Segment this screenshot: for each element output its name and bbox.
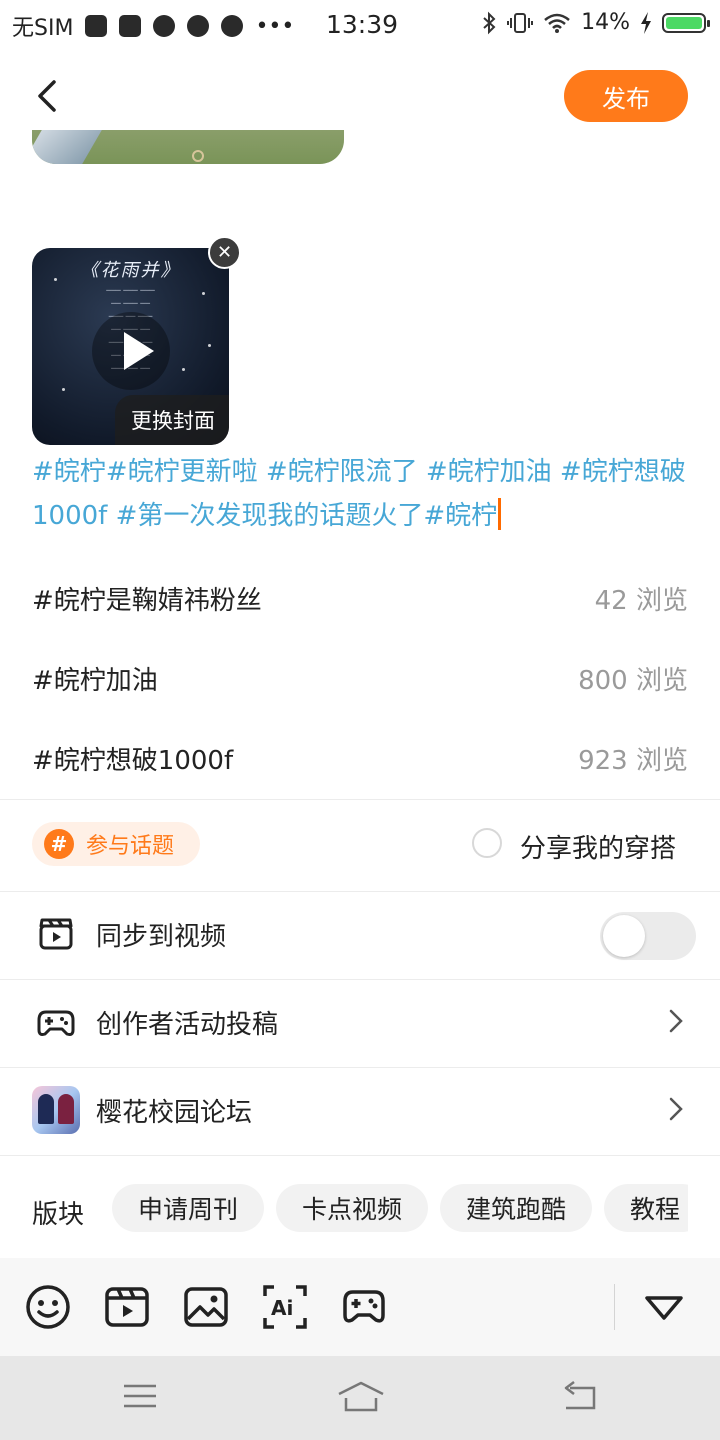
remove-video-button[interactable]: ✕ [208, 236, 241, 269]
mail-icon [119, 15, 142, 37]
divider [0, 1155, 720, 1156]
divider [0, 799, 720, 800]
close-icon: ✕ [216, 242, 233, 263]
carrier-label: 无SIM [12, 16, 74, 41]
forum-avatar [32, 1086, 80, 1134]
back-icon[interactable] [560, 1378, 600, 1414]
collapse-down-icon[interactable] [641, 1284, 687, 1330]
creator-submit-row[interactable]: 创作者活动投稿 [0, 980, 720, 1068]
play-icon [221, 15, 244, 37]
post-text-input[interactable]: #皖柠#皖柠更新啦 #皖柠限流了 #皖柠加油 #皖柠想破1000f #第一次发现… [32, 450, 688, 538]
more-dots-icon: ••• [255, 13, 295, 39]
topic-suggestion[interactable]: #皖柠想破1000f 923 浏览 [0, 718, 720, 798]
suggestion-tag: #皖柠加油 [32, 666, 158, 696]
toggle-knob [603, 915, 645, 957]
compose-toolbar: Ai [0, 1258, 720, 1356]
palette-icon [187, 15, 210, 37]
hashtag-icon: # [44, 829, 74, 859]
gamepad-icon[interactable] [341, 1284, 387, 1330]
section-chip[interactable]: 建筑跑酷 [440, 1184, 593, 1232]
back-button[interactable] [28, 72, 72, 120]
clock: 13:39 [326, 10, 399, 39]
bluetooth-icon [483, 11, 496, 34]
suggestion-views: 42 浏览 [594, 586, 688, 616]
section-chip[interactable]: 申请周刊 [112, 1184, 265, 1232]
topic-suggestion[interactable]: #皖柠加油 800 浏览 [0, 638, 720, 718]
topic-suggestion[interactable]: #皖柠是鞠婧祎粉丝 42 浏览 [0, 558, 720, 638]
change-cover-button[interactable]: 更换封面 [115, 395, 229, 445]
suggestion-views: 923 浏览 [578, 746, 688, 776]
video-clip-icon[interactable] [104, 1284, 150, 1330]
publish-button[interactable]: 发布 [564, 70, 688, 122]
section-chips: 申请周刊 卡点视频 建筑跑酷 教程 [112, 1184, 688, 1234]
suggestion-views: 800 浏览 [578, 666, 688, 696]
chevron-right-icon [669, 1009, 683, 1033]
video-thumbnail[interactable]: 《花雨并》 ─── ─── ─── ── ─── ── ─── ── ─── ── ─… [32, 248, 229, 445]
ai-text-icon[interactable]: Ai [262, 1284, 308, 1330]
cat-app-icon [153, 15, 176, 37]
vibrate-icon [507, 12, 534, 33]
mail-icon [85, 15, 108, 37]
system-nav-bar [0, 1356, 720, 1440]
join-topic-label: 参与话题 [86, 834, 175, 859]
charging-icon [641, 11, 651, 34]
battery-icon [662, 12, 710, 33]
status-left: 无SIM ••• [12, 10, 294, 42]
section-chip[interactable]: 教程 [604, 1184, 688, 1232]
share-outfit-radio[interactable] [472, 828, 502, 858]
attached-image[interactable] [32, 130, 344, 164]
thumbnail-title: 《花雨并》 [80, 260, 181, 281]
home-icon[interactable] [336, 1378, 386, 1414]
battery-percent: 14% [581, 10, 630, 35]
creator-submit-label: 创作者活动投稿 [96, 1010, 279, 1040]
image-icon[interactable] [183, 1284, 229, 1330]
section-chip[interactable]: 卡点视频 [276, 1184, 429, 1232]
wifi-icon [544, 13, 570, 33]
gamepad-icon [37, 1010, 75, 1036]
sync-video-label: 同步到视频 [96, 922, 227, 952]
chevron-left-icon [38, 80, 56, 112]
sync-video-toggle[interactable] [600, 912, 696, 960]
sections-label: 版块 [32, 1200, 85, 1230]
status-bar: 无SIM ••• 13:39 14% [0, 0, 720, 52]
emoji-icon[interactable] [25, 1284, 71, 1330]
text-cursor [498, 498, 502, 530]
suggestion-tag: #皖柠是鞠婧祎粉丝 [32, 586, 262, 616]
chevron-right-icon [669, 1097, 683, 1121]
menu-icon[interactable] [120, 1378, 160, 1414]
status-right: 14% [481, 10, 710, 35]
play-icon [124, 332, 154, 370]
forum-label: 樱花校园论坛 [96, 1098, 253, 1128]
join-topic-button[interactable]: # 参与话题 [32, 822, 200, 866]
share-outfit-label[interactable]: 分享我的穿搭 [520, 828, 676, 865]
clapperboard-icon [39, 918, 73, 950]
suggestion-tag: #皖柠想破1000f [32, 746, 234, 776]
sync-video-row: 同步到视频 [0, 892, 720, 980]
toolbar-separator [614, 1284, 615, 1330]
forum-row[interactable]: 樱花校园论坛 [0, 1068, 720, 1156]
svg-text:Ai: Ai [271, 1296, 293, 1320]
post-text: #皖柠#皖柠更新啦 #皖柠限流了 #皖柠加油 #皖柠想破1000f #第一次发现… [32, 457, 686, 531]
